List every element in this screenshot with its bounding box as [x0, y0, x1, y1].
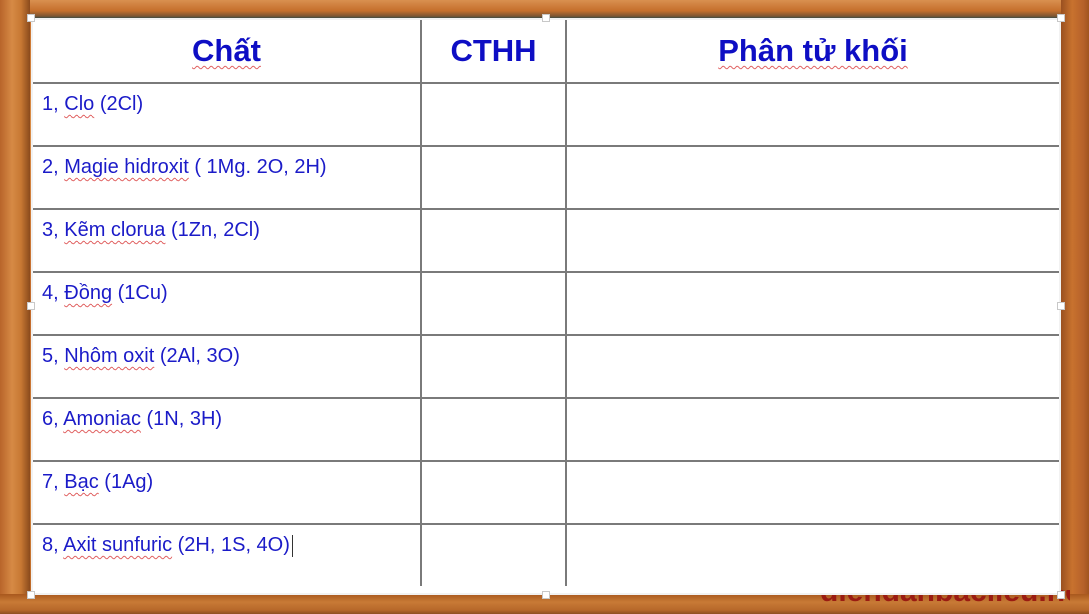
row-number: 1, — [42, 93, 59, 115]
substance-cell[interactable]: 1, Clo (2Cl) — [33, 82, 422, 147]
header-molecular-mass[interactable]: Phân tử khối — [565, 20, 1059, 84]
table-row: 7, Bạc (1Ag) — [33, 460, 1059, 525]
formula-cell[interactable] — [420, 208, 567, 273]
resize-handle-middle-left[interactable] — [27, 302, 35, 310]
row-number: 5, — [42, 345, 59, 367]
formula-cell[interactable] — [420, 145, 567, 210]
table-row: 5, Nhôm oxit (2Al, 3O) — [33, 334, 1059, 399]
row-number: 2, — [42, 156, 59, 178]
atom-composition: (2H, 1S, 4O) — [177, 534, 290, 556]
formula-cell[interactable] — [420, 523, 567, 586]
formula-cell[interactable] — [420, 82, 567, 147]
table-row: 8, Axit sunfuric (2H, 1S, 4O) — [33, 523, 1059, 586]
formula-cell[interactable] — [420, 460, 567, 525]
atom-composition: ( 1Mg. 2O, 2H) — [194, 156, 327, 178]
substance-cell[interactable]: 4, Đồng (1Cu) — [33, 271, 422, 336]
substance-name: Clo — [64, 93, 95, 115]
substance-name: Axit sunfuric — [63, 534, 173, 556]
resize-handle-top-center[interactable] — [542, 14, 550, 22]
atom-composition: (2Cl) — [99, 93, 144, 115]
atom-composition: (1Zn, 2Cl) — [170, 219, 260, 241]
substance-cell[interactable]: 7, Bạc (1Ag) — [33, 460, 422, 525]
row-number: 3, — [42, 219, 59, 241]
substance-text: 3, Kẽm clorua (1Zn, 2Cl) — [33, 210, 420, 242]
atom-composition: (1Cu) — [117, 282, 168, 304]
table-row: 3, Kẽm clorua (1Zn, 2Cl) — [33, 208, 1059, 273]
row-number: 4, — [42, 282, 59, 304]
molecular-mass-cell[interactable] — [565, 397, 1059, 462]
molecular-mass-cell[interactable] — [565, 271, 1059, 336]
header-substance[interactable]: Chất — [33, 20, 422, 84]
molecular-mass-cell[interactable] — [565, 460, 1059, 525]
row-number: 7, — [42, 471, 59, 493]
chemistry-table: Chất CTHH Phân tử khối 1, Clo (2Cl) 2, Ma… — [33, 20, 1059, 586]
substance-text: 8, Axit sunfuric (2H, 1S, 4O) — [33, 525, 420, 557]
substance-cell[interactable]: 6, Amoniac (1N, 3H) — [33, 397, 422, 462]
substance-name: Bạc — [64, 471, 99, 493]
frame-right — [1061, 0, 1089, 614]
substance-name: Kẽm clorua — [64, 219, 166, 241]
formula-cell[interactable] — [420, 334, 567, 399]
substance-name: Amoniac — [63, 408, 141, 430]
substance-cell[interactable]: 2, Magie hidroxit ( 1Mg. 2O, 2H) — [33, 145, 422, 210]
header-molecular-mass-label: Phân tử khối — [718, 33, 908, 68]
resize-handle-top-left[interactable] — [27, 14, 35, 22]
table-object[interactable]: Chất CTHH Phân tử khối 1, Clo (2Cl) 2, Ma… — [27, 14, 1065, 599]
substance-cell[interactable]: 3, Kẽm clorua (1Zn, 2Cl) — [33, 208, 422, 273]
substance-text: 6, Amoniac (1N, 3H) — [33, 399, 420, 431]
molecular-mass-cell[interactable] — [565, 82, 1059, 147]
row-number: 8, — [42, 534, 59, 556]
header-substance-label: Chất — [192, 33, 261, 68]
molecular-mass-cell[interactable] — [565, 523, 1059, 586]
resize-handle-bottom-right[interactable] — [1057, 591, 1065, 599]
substance-name: Magie hidroxit — [64, 156, 189, 178]
frame-left — [0, 0, 30, 614]
substance-text: 4, Đồng (1Cu) — [33, 273, 420, 305]
header-formula-label: CTHH — [450, 33, 537, 68]
molecular-mass-cell[interactable] — [565, 334, 1059, 399]
substance-text: 5, Nhôm oxit (2Al, 3O) — [33, 336, 420, 368]
text-cursor — [291, 534, 293, 557]
resize-handle-bottom-left[interactable] — [27, 591, 35, 599]
resize-handle-middle-right[interactable] — [1057, 302, 1065, 310]
header-row: Chất CTHH Phân tử khối — [33, 20, 1059, 84]
molecular-mass-cell[interactable] — [565, 145, 1059, 210]
substance-text: 2, Magie hidroxit ( 1Mg. 2O, 2H) — [33, 147, 420, 179]
substance-text: 1, Clo (2Cl) — [33, 84, 420, 116]
atom-composition: (2Al, 3O) — [159, 345, 240, 367]
formula-cell[interactable] — [420, 397, 567, 462]
atom-composition: (1N, 3H) — [146, 408, 223, 430]
row-number: 6, — [42, 408, 59, 430]
substance-text: 7, Bạc (1Ag) — [33, 462, 420, 494]
substance-cell[interactable]: 8, Axit sunfuric (2H, 1S, 4O) — [33, 523, 422, 586]
atom-composition: (1Ag) — [104, 471, 154, 493]
formula-cell[interactable] — [420, 271, 567, 336]
table-row: 6, Amoniac (1N, 3H) — [33, 397, 1059, 462]
resize-handle-top-right[interactable] — [1057, 14, 1065, 22]
table-row: 1, Clo (2Cl) — [33, 82, 1059, 147]
table-row: 4, Đồng (1Cu) — [33, 271, 1059, 336]
table-row: 2, Magie hidroxit ( 1Mg. 2O, 2H) — [33, 145, 1059, 210]
header-formula[interactable]: CTHH — [420, 20, 567, 84]
resize-handle-bottom-center[interactable] — [542, 591, 550, 599]
substance-name: Đồng — [64, 282, 113, 304]
substance-name: Nhôm oxit — [64, 345, 155, 367]
substance-cell[interactable]: 5, Nhôm oxit (2Al, 3O) — [33, 334, 422, 399]
molecular-mass-cell[interactable] — [565, 208, 1059, 273]
